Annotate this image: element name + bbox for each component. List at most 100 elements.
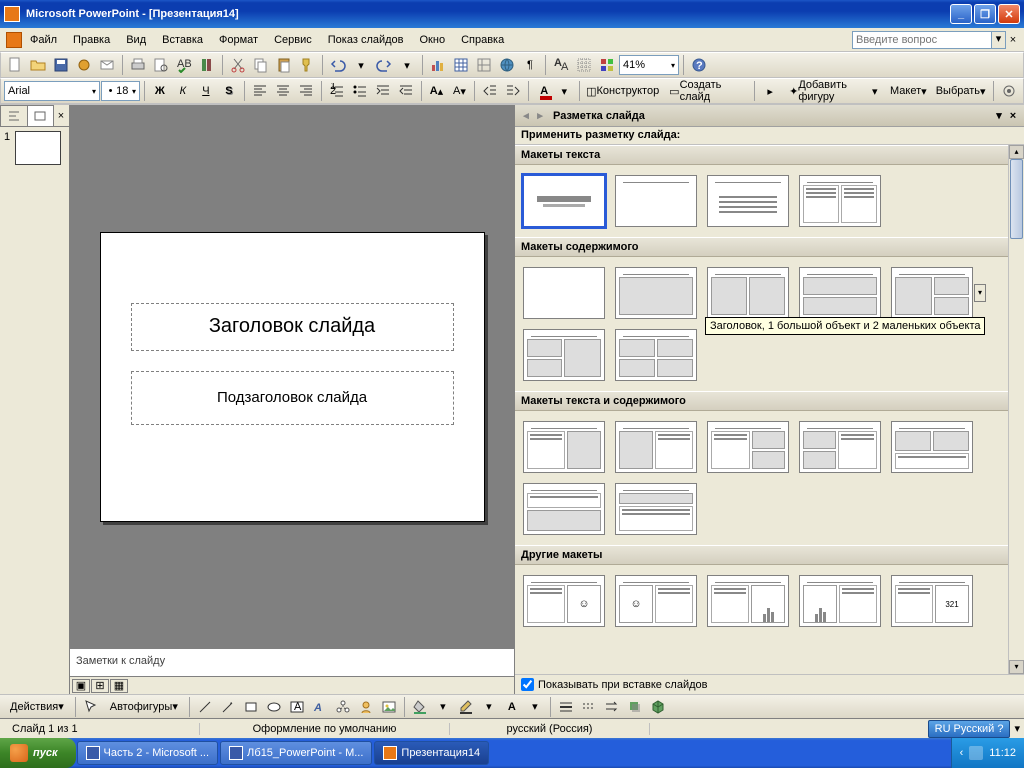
- menu-file[interactable]: Файл: [22, 32, 65, 48]
- help-question-box[interactable]: ▾: [852, 31, 1006, 49]
- toolbar-overflow[interactable]: ▸: [759, 80, 781, 102]
- system-tray[interactable]: ‹ 11:12: [951, 738, 1024, 768]
- numbering-button[interactable]: 12: [326, 80, 348, 102]
- new-icon[interactable]: [4, 54, 26, 76]
- layout-title-2content-h[interactable]: [799, 267, 881, 319]
- taskbar-item-2[interactable]: Лб15_PowerPoint - M...: [220, 741, 372, 765]
- layout-content[interactable]: [615, 267, 697, 319]
- rectangle-icon[interactable]: [240, 696, 262, 718]
- text-color-dropdown[interactable]: ▾: [524, 696, 546, 718]
- save-icon[interactable]: [50, 54, 72, 76]
- undo-icon[interactable]: [327, 54, 349, 76]
- layout-content-text[interactable]: [615, 421, 697, 473]
- increase-font-button[interactable]: A▴: [425, 80, 447, 102]
- tray-expand-icon[interactable]: ‹: [960, 747, 964, 759]
- italic-button[interactable]: К: [172, 80, 194, 102]
- wordart-icon[interactable]: A: [309, 696, 331, 718]
- layout-text-content-2[interactable]: [615, 483, 697, 535]
- align-left-button[interactable]: [249, 80, 271, 102]
- slide-canvas[interactable]: Заголовок слайда Подзаголовок слайда: [70, 105, 514, 648]
- 3d-style-icon[interactable]: [647, 696, 669, 718]
- layout-clipart-text[interactable]: ☺: [615, 575, 697, 627]
- actions-menu[interactable]: Действия ▾: [3, 696, 71, 718]
- font-select[interactable]: Arial▾: [4, 81, 100, 101]
- font-size-select[interactable]: •18▾: [101, 81, 140, 101]
- picture-icon[interactable]: [378, 696, 400, 718]
- line-color-icon[interactable]: [455, 696, 477, 718]
- close-button[interactable]: ✕: [998, 4, 1020, 24]
- taskpane-scrollbar[interactable]: ▴ ▾: [1008, 145, 1024, 674]
- dash-style-icon[interactable]: [578, 696, 600, 718]
- layout-options-dropdown[interactable]: ▾: [974, 284, 986, 302]
- increase-indent2-button[interactable]: [502, 80, 524, 102]
- zoom-select[interactable]: 41%▾: [619, 55, 679, 75]
- subtitle-placeholder[interactable]: Подзаголовок слайда: [131, 371, 454, 425]
- table-icon[interactable]: [450, 54, 472, 76]
- slide[interactable]: Заголовок слайда Подзаголовок слайда: [100, 232, 485, 522]
- sorter-view-button[interactable]: ⊞: [91, 679, 109, 693]
- new-slide-button[interactable]: ▭ Создать слайд: [662, 80, 750, 102]
- scroll-up-button[interactable]: ▴: [1009, 145, 1024, 159]
- fill-color-icon[interactable]: [409, 696, 431, 718]
- line-style-icon[interactable]: [555, 696, 577, 718]
- clock[interactable]: 11:12: [989, 747, 1016, 759]
- layout-2content-text[interactable]: [799, 421, 881, 473]
- permission-icon[interactable]: [73, 54, 95, 76]
- textbox-icon[interactable]: A: [286, 696, 308, 718]
- layout-title-only[interactable]: [615, 175, 697, 227]
- menu-format[interactable]: Формат: [211, 32, 266, 48]
- menu-view[interactable]: Вид: [118, 32, 154, 48]
- preview-icon[interactable]: [150, 54, 172, 76]
- layout-title-2content-v[interactable]: [707, 267, 789, 319]
- email-icon[interactable]: [96, 54, 118, 76]
- help-question-dropdown[interactable]: ▾: [992, 31, 1006, 49]
- menu-slideshow[interactable]: Показ слайдов: [320, 32, 412, 48]
- diagram-icon[interactable]: [332, 696, 354, 718]
- arrow-icon[interactable]: [217, 696, 239, 718]
- document-icon[interactable]: [6, 32, 22, 48]
- layout-text-chart[interactable]: [707, 575, 789, 627]
- font-color-dropdown[interactable]: ▾: [553, 80, 575, 102]
- copy-icon[interactable]: [250, 54, 272, 76]
- redo-dropdown[interactable]: ▾: [396, 54, 418, 76]
- color-icon[interactable]: [596, 54, 618, 76]
- align-center-button[interactable]: [272, 80, 294, 102]
- show-on-insert-checkbox[interactable]: [521, 678, 534, 691]
- shadow-style-icon[interactable]: [624, 696, 646, 718]
- help-question-input[interactable]: [852, 31, 992, 49]
- layout-text-clipart[interactable]: ☺: [523, 575, 605, 627]
- language-indicator[interactable]: RU Русский ?: [928, 720, 1011, 738]
- pointer-icon[interactable]: [80, 696, 102, 718]
- decrease-indent-button[interactable]: [395, 80, 417, 102]
- help-icon[interactable]: ?: [688, 54, 710, 76]
- decrease-font-button[interactable]: A▾: [448, 80, 470, 102]
- menu-edit[interactable]: Правка: [65, 32, 118, 48]
- layout-2small-1big[interactable]: [523, 329, 605, 381]
- bullets-button[interactable]: [349, 80, 371, 102]
- clipart-icon[interactable]: [355, 696, 377, 718]
- layout-blank[interactable]: [523, 267, 605, 319]
- layout-content-over-text[interactable]: [523, 483, 605, 535]
- redo-icon[interactable]: [373, 54, 395, 76]
- increase-indent-button[interactable]: [372, 80, 394, 102]
- format-painter-icon[interactable]: [296, 54, 318, 76]
- line-icon[interactable]: [194, 696, 216, 718]
- add-shape-button[interactable]: ✦ Добавить фигуру ▾: [782, 80, 884, 102]
- paste-icon[interactable]: [273, 54, 295, 76]
- tables-borders-icon[interactable]: [473, 54, 495, 76]
- start-button[interactable]: пуск: [0, 738, 76, 768]
- show-grid-icon[interactable]: [573, 54, 595, 76]
- align-right-button[interactable]: [295, 80, 317, 102]
- select-dropdown-button[interactable]: Выбрать ▾: [932, 80, 989, 102]
- print-icon[interactable]: [127, 54, 149, 76]
- tray-icon[interactable]: [969, 746, 983, 760]
- arrow-style-icon[interactable]: [601, 696, 623, 718]
- scroll-down-button[interactable]: ▾: [1009, 660, 1024, 674]
- designer-button[interactable]: ◫ Конструктор: [584, 80, 661, 102]
- title-placeholder[interactable]: Заголовок слайда: [131, 303, 454, 351]
- slideshow-view-button[interactable]: ▦: [110, 679, 128, 693]
- maximize-button[interactable]: ❐: [974, 4, 996, 24]
- layout-1big-2small[interactable]: ▾: [891, 267, 973, 319]
- taskpane-back-button[interactable]: ◂: [519, 109, 533, 122]
- grid-icon[interactable]: AA: [550, 54, 572, 76]
